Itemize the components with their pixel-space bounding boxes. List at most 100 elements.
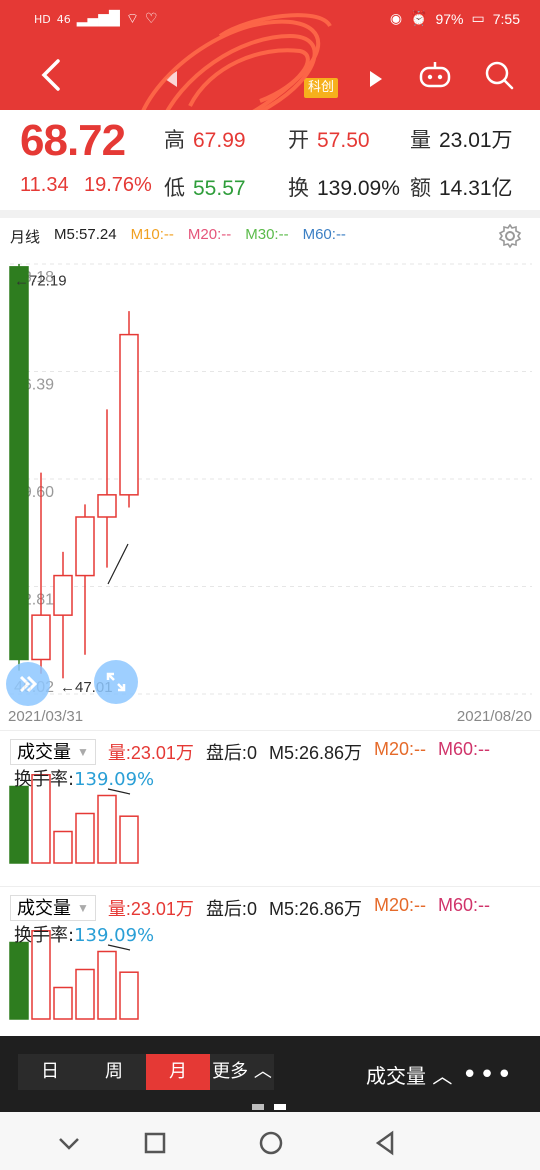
volume-bar	[97, 950, 117, 1020]
ma20-label: M20:--	[187, 226, 232, 243]
triangle-right-icon	[370, 71, 382, 87]
status-right: ◉ ⏰ 97% ▭ 7:55	[390, 10, 520, 27]
ma60-label: M60:--	[302, 226, 346, 243]
caret-down-icon: ▼	[77, 901, 89, 915]
back-button[interactable]	[30, 54, 72, 96]
price-change-pct: 19.76%	[84, 174, 152, 196]
vol-m5: M5:26.86万	[268, 743, 363, 763]
vol-m60: M60:--	[438, 895, 491, 915]
search-icon	[485, 61, 514, 90]
after-hours: 盘后:0	[205, 743, 257, 763]
candles	[9, 264, 139, 679]
volume-header-2: 成交量 ▼ 量:23.01万 盘后:0 M5:26.86万 M20:-- M60:…	[10, 895, 490, 921]
eye-icon: ◉	[389, 10, 403, 26]
open-value: 57.50	[317, 129, 370, 152]
turnover-rate-value: 139.09%	[74, 769, 155, 790]
price-change: 11.34	[20, 174, 69, 196]
turnover-rate-2: 换手率:139.09%	[14, 921, 154, 947]
assistant-button[interactable]	[414, 54, 456, 96]
volume-header-1: 成交量 ▼ 量:23.01万 盘后:0 M5:26.86万 M20:-- M60:…	[10, 739, 490, 765]
end-date: 2021/08/20	[456, 708, 532, 725]
tab-more-label: 更多	[212, 1061, 249, 1082]
nav-down-icon[interactable]	[54, 1128, 84, 1158]
expand-icon	[106, 672, 126, 692]
indicator-selector[interactable]: 成交量 ︿	[366, 1060, 452, 1089]
indicator-selector-label: 成交量	[366, 1064, 426, 1088]
low-value: 55.57	[193, 177, 246, 200]
volume-bar	[97, 794, 117, 864]
period-label: 月线	[10, 229, 41, 246]
gear-icon[interactable]	[498, 224, 522, 248]
turnover-rate-1: 换手率:139.09%	[14, 765, 154, 791]
volume-bar	[75, 812, 95, 864]
indicator-label: 成交量	[17, 742, 71, 762]
chevron-up-icon: ︿	[432, 1064, 453, 1088]
section-divider	[0, 210, 540, 218]
low-field: 低 55.57	[164, 172, 246, 202]
last-price: 68.72	[20, 116, 126, 165]
tab-day[interactable]: 日	[18, 1054, 82, 1090]
tab-month[interactable]: 月	[146, 1054, 210, 1090]
page-indicator	[252, 1104, 288, 1110]
signal-icon: ▂▄▆█	[76, 11, 120, 27]
nav-home-icon[interactable]	[256, 1128, 286, 1158]
volume-value: 23.01万	[439, 129, 513, 152]
annotation-line	[107, 543, 129, 585]
candlestick-chart[interactable]: 73.1866.3959.6052.8146.02 ←72.19←47.01	[0, 254, 540, 704]
vol-m60: M60:--	[438, 739, 491, 759]
fullscreen-button[interactable]	[94, 660, 138, 704]
amount-value: 14.31亿	[439, 177, 513, 200]
alarm-icon: ⏰	[410, 10, 428, 26]
candle-body	[53, 574, 73, 616]
start-date: 2021/03/31	[8, 708, 84, 725]
ma10-label: M10:--	[130, 226, 174, 243]
indicator-dropdown[interactable]: 成交量 ▼	[10, 739, 96, 765]
volume-panel-1: 成交量 ▼ 量:23.01万 盘后:0 M5:26.86万 M20:-- M60:…	[0, 730, 540, 880]
vol-value: 量:23.01万	[107, 899, 194, 919]
high-label: 高	[164, 129, 185, 152]
amount-label: 额	[410, 177, 431, 200]
top-bar: HD 46 ▂▄▆█ ⌔ ♡ ◉ ⏰ 97% ▭ 7:55 科创	[0, 0, 540, 157]
network-indicator: 46	[56, 12, 71, 26]
indicator-dropdown[interactable]: 成交量 ▼	[10, 895, 96, 921]
battery-icon: ▭	[471, 10, 485, 26]
chevron-left-icon	[41, 59, 60, 91]
robot-icon	[419, 62, 451, 88]
open-label: 开	[288, 129, 309, 152]
tab-more[interactable]: 更多 ︿	[210, 1054, 274, 1090]
candle-body	[119, 333, 139, 496]
volume-bar	[9, 941, 29, 1020]
volume-bar	[9, 785, 29, 864]
amount-field: 额 14.31亿	[410, 172, 513, 202]
system-nav-bar	[0, 1112, 540, 1170]
turnover-label: 换	[288, 177, 309, 200]
candle-body	[75, 516, 95, 577]
volume-panel-2: 成交量 ▼ 量:23.01万 盘后:0 M5:26.86万 M20:-- M60:…	[0, 886, 540, 1036]
volume-bar	[53, 986, 73, 1020]
period-toolbar: 日 周 月 更多 ︿ 成交量 ︿ •••	[0, 1036, 540, 1112]
more-options-button[interactable]: •••	[462, 1060, 514, 1090]
nav-recents-icon[interactable]	[140, 1128, 170, 1158]
period-tabs: 日 周 月 更多 ︿	[18, 1054, 274, 1090]
after-hours: 盘后:0	[205, 899, 257, 919]
nav-back-icon[interactable]	[370, 1128, 400, 1158]
indicator-label: 成交量	[17, 898, 71, 918]
turnover-rate-label: 换手率:	[14, 925, 75, 946]
vol-m20: M20:--	[374, 739, 427, 759]
low-label: 低	[164, 177, 185, 200]
chart-grid	[10, 263, 532, 695]
volume-bar	[119, 815, 139, 864]
scroll-left-button[interactable]	[6, 662, 50, 706]
turnover-value: 139.09%	[317, 177, 400, 200]
high-marker: ←72.19	[14, 273, 67, 290]
volume-label: 量	[410, 129, 431, 152]
search-button[interactable]	[478, 54, 520, 96]
ma-legend: 月线 M5:57.24 M10:-- M20:-- M30:-- M60:--	[10, 226, 346, 247]
quote-panel: 68.72 11.34 19.76% 高 67.99 开 57.50 量 23.01万…	[0, 110, 540, 210]
next-stock-button[interactable]	[355, 58, 397, 100]
kline-chart-section: 月线 M5:57.24 M10:-- M20:-- M30:-- M60:-- …	[0, 218, 540, 730]
clock: 7:55	[492, 10, 520, 27]
tab-week[interactable]: 周	[82, 1054, 146, 1090]
hd-indicator: HD	[34, 12, 51, 26]
double-chevron-icon	[19, 675, 38, 693]
